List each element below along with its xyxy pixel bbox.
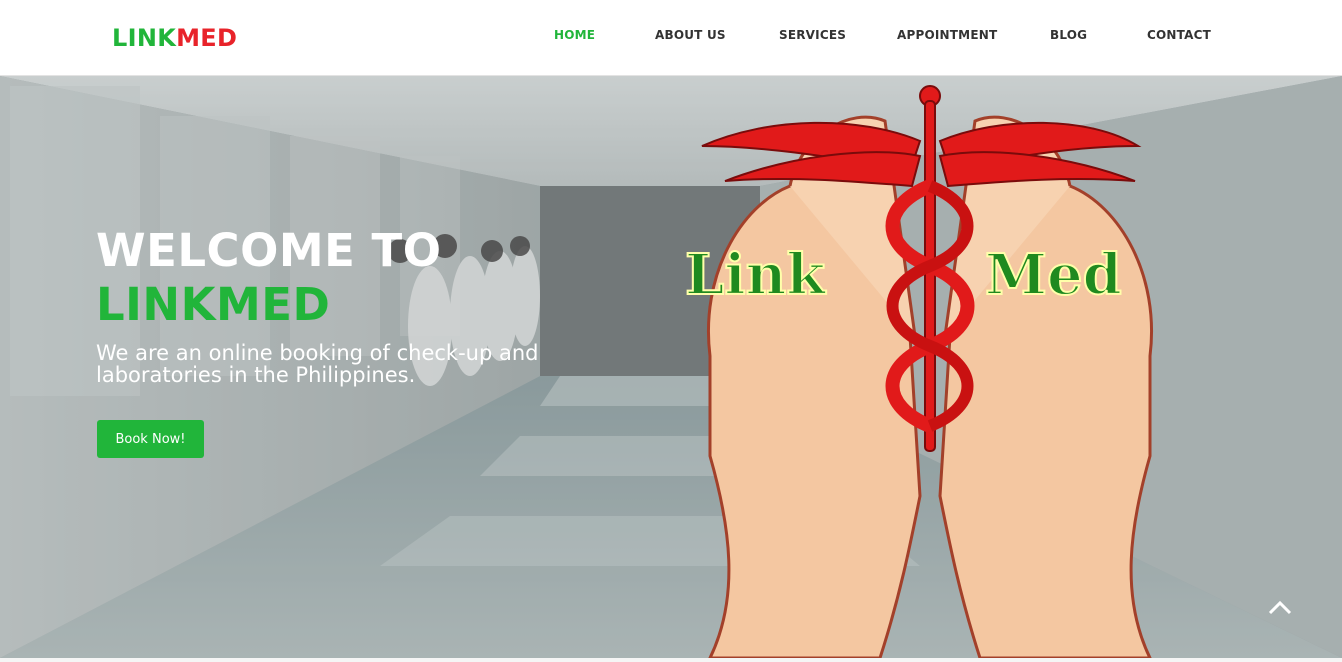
- nav-services[interactable]: SERVICES: [779, 28, 846, 42]
- nav-appointment[interactable]: APPOINTMENT: [897, 28, 997, 42]
- hero-title: WELCOME TO LINKMED: [96, 224, 441, 332]
- hero-title-line2: LINKMED: [96, 278, 331, 331]
- hero-section: WELCOME TO LINKMED We are an online book…: [0, 76, 1342, 658]
- nav-blog[interactable]: BLOG: [1050, 28, 1087, 42]
- nav-contact[interactable]: CONTACT: [1147, 28, 1211, 42]
- nav-home[interactable]: HOME: [554, 28, 595, 42]
- footer-edge: [0, 658, 1342, 662]
- linkmed-logo-image: Link Med: [684, 85, 1153, 658]
- hero-subtitle: We are an online booking of check-up and…: [96, 341, 539, 387]
- logo-word-med: Med: [985, 242, 1122, 308]
- main-nav: HOME ABOUT US SERVICES APPOINTMENT BLOG …: [0, 28, 1342, 48]
- hero-title-line1: WELCOME TO: [96, 224, 442, 277]
- book-now-button[interactable]: Book Now!: [97, 420, 204, 458]
- nav-about-us[interactable]: ABOUT US: [655, 28, 726, 42]
- logo-word-link: Link: [685, 242, 826, 308]
- chevron-up-icon[interactable]: [1266, 594, 1294, 622]
- site-header: LINKMED HOME ABOUT US SERVICES APPOINTME…: [0, 0, 1342, 76]
